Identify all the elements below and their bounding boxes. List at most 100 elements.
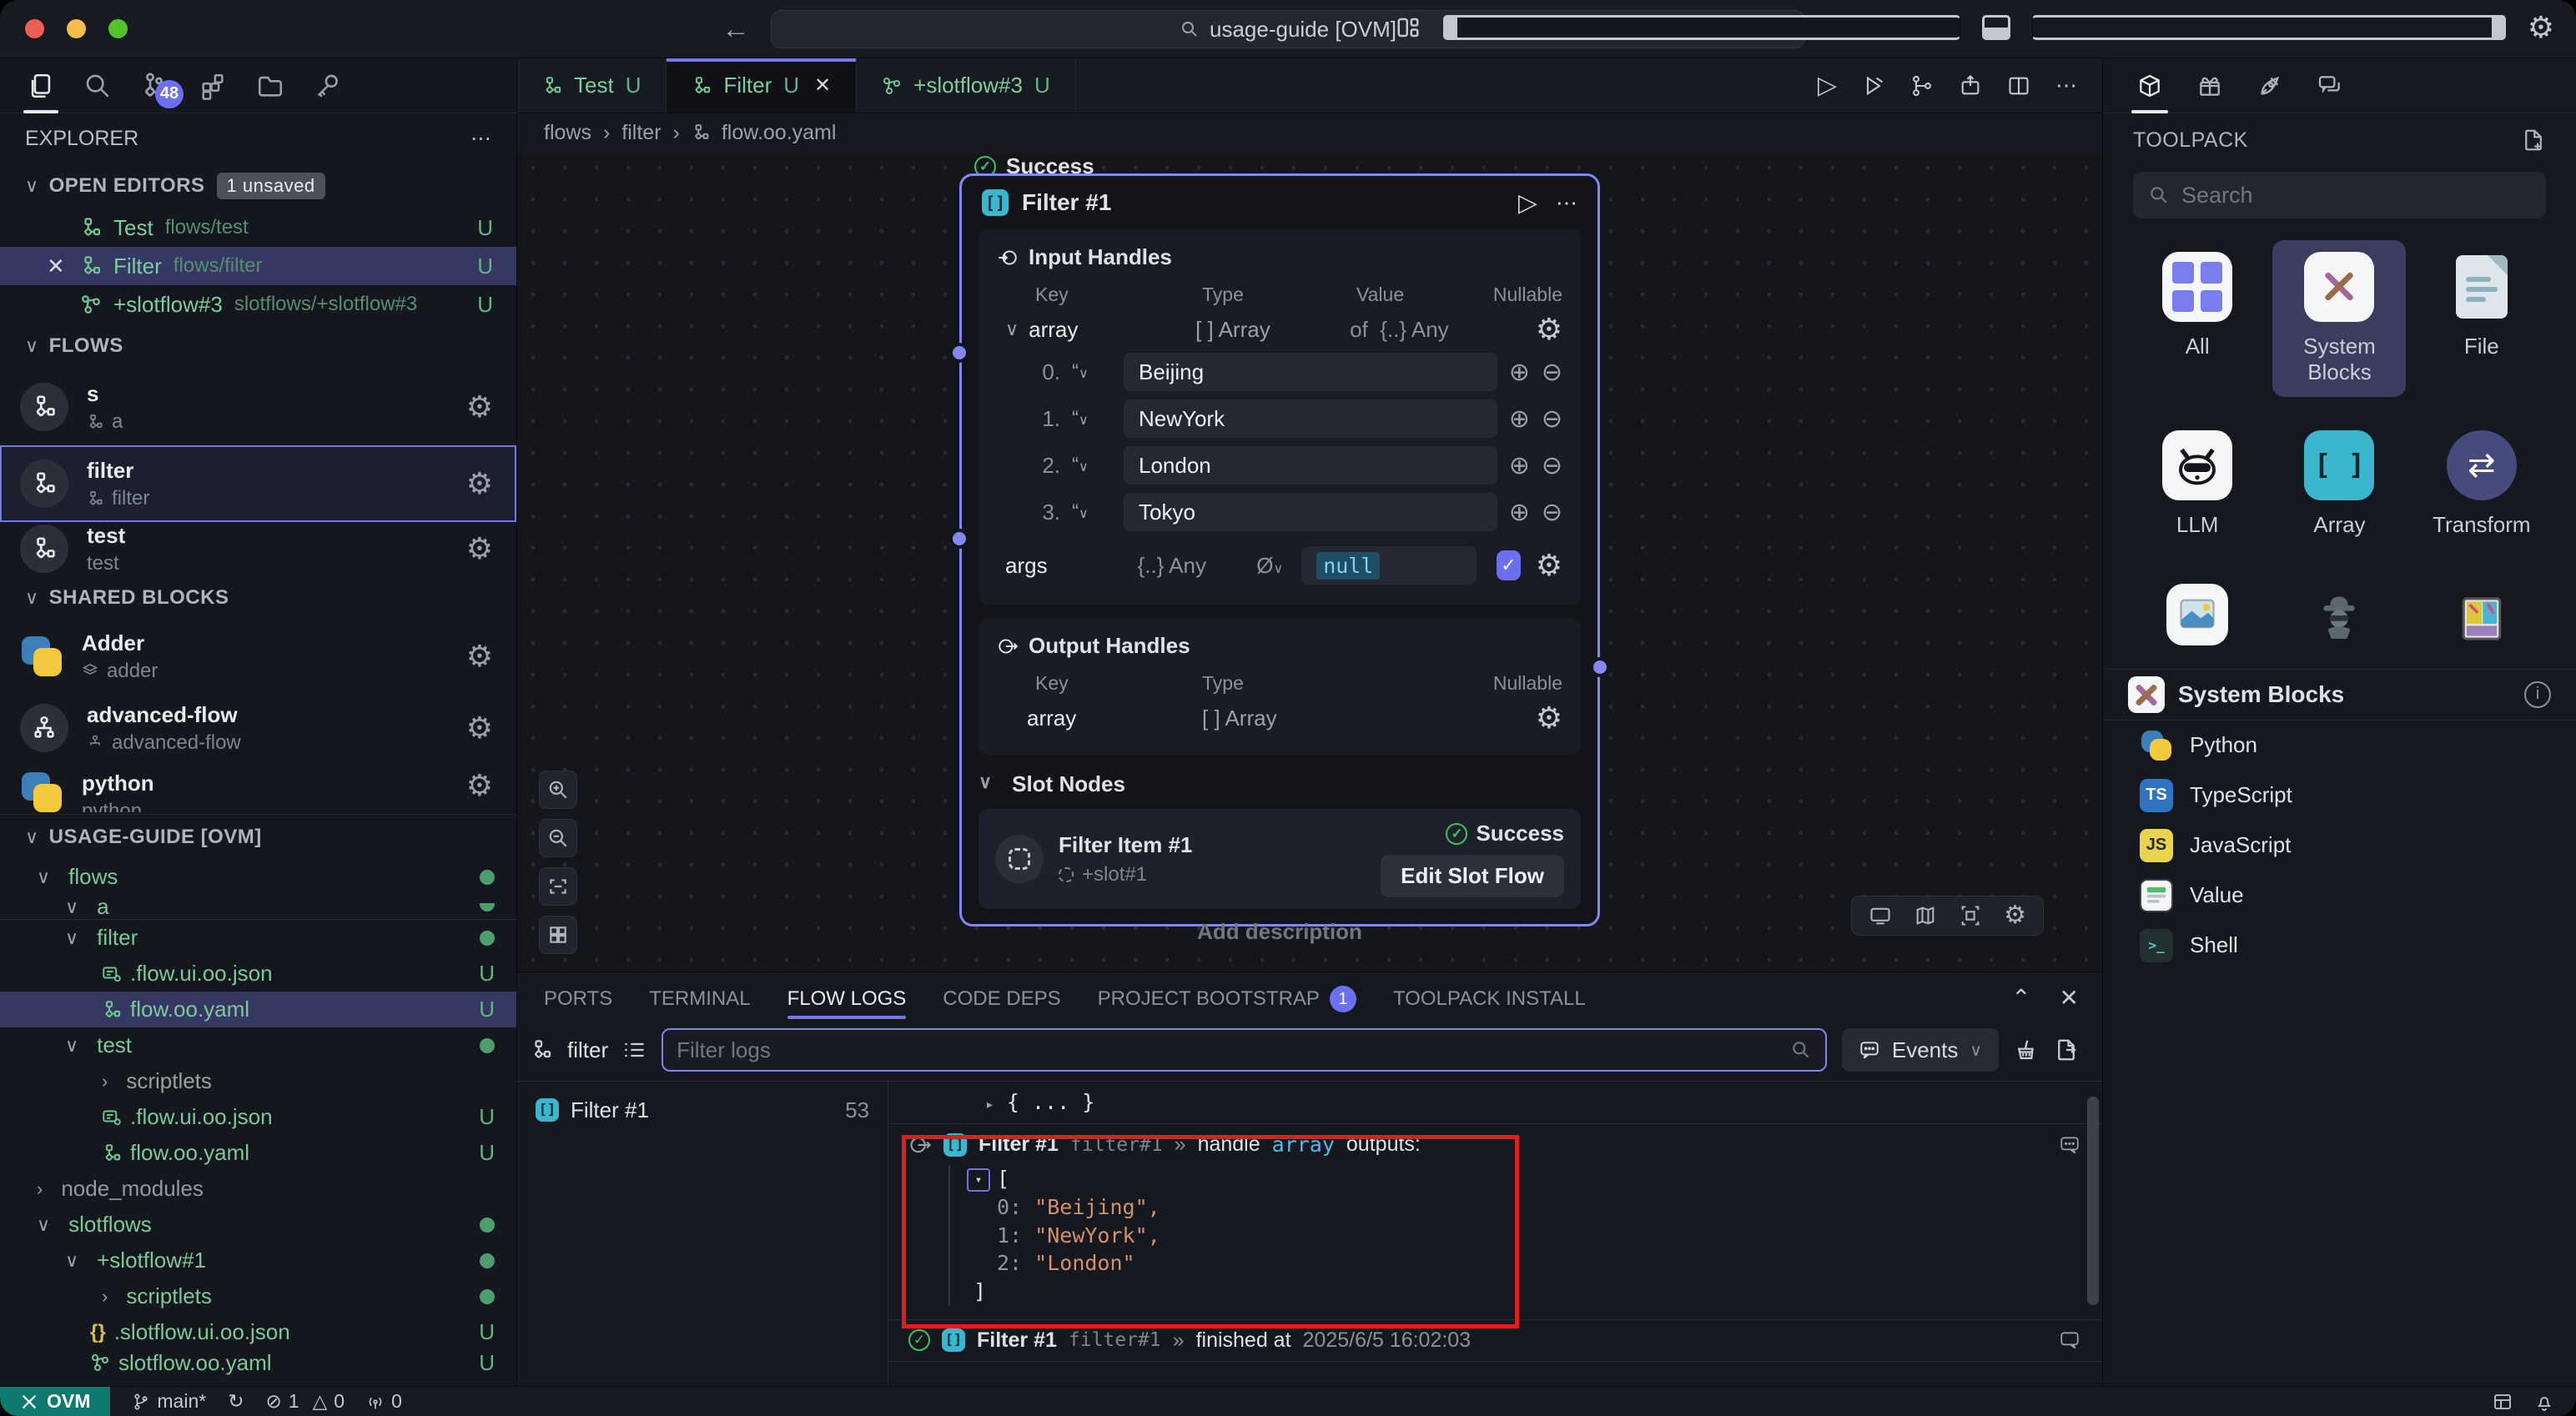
- debug-run-icon[interactable]: [1862, 74, 1885, 98]
- tile-all[interactable]: All: [2131, 240, 2264, 397]
- remove-item-icon[interactable]: ⊖: [1542, 404, 1562, 434]
- tree-item-filter[interactable]: ∨filter: [0, 920, 516, 956]
- gear-icon[interactable]: ⚙: [1536, 314, 1562, 344]
- close-panel-icon[interactable]: ✕: [2060, 984, 2079, 1012]
- toggle-right-sidebar-icon[interactable]: [2032, 15, 2506, 40]
- string-type-selector[interactable]: “∨: [1072, 407, 1112, 430]
- slot-nodes-header[interactable]: ∨ Slot Nodes: [979, 771, 1581, 797]
- add-item-icon[interactable]: ⊕: [1509, 404, 1530, 434]
- tab-flow-logs[interactable]: FLOW LOGS: [787, 972, 907, 1026]
- string-type-selector[interactable]: “∨: [1072, 360, 1112, 384]
- rocket-tab-icon[interactable]: [2257, 58, 2283, 113]
- feedback-tab-icon[interactable]: [2317, 58, 2343, 113]
- remove-item-icon[interactable]: ⊖: [1542, 358, 1562, 387]
- node-more-icon[interactable]: ⋯: [1556, 190, 1577, 216]
- tab-terminal[interactable]: TERMINAL: [649, 972, 750, 1026]
- comment-icon[interactable]: [2059, 1134, 2080, 1156]
- events-dropdown[interactable]: Events ∨: [1842, 1028, 1999, 1072]
- tab-project-bootstrap[interactable]: PROJECT BOOTSTRAP1: [1098, 972, 1356, 1026]
- tree-item-flow-yaml-2[interactable]: flow.oo.yamlU: [0, 1135, 516, 1171]
- block-typescript[interactable]: TS TypeScript: [2103, 771, 2576, 821]
- tree-item-flow-ui-json-2[interactable]: .flow.ui.oo.jsonU: [0, 1099, 516, 1135]
- breadcrumb-filter[interactable]: filter: [621, 121, 661, 145]
- value-input[interactable]: Beijing: [1124, 353, 1497, 391]
- package-tab-icon[interactable]: [2136, 58, 2163, 113]
- export-logs-icon[interactable]: [2054, 1037, 2079, 1062]
- toggle-left-sidebar-icon[interactable]: [1443, 15, 1960, 40]
- tree-item-a[interactable]: ∨a: [0, 895, 516, 920]
- gear-icon[interactable]: ⚙: [466, 534, 493, 564]
- more-actions-icon[interactable]: ⋯: [2055, 73, 2077, 98]
- open-editor-test[interactable]: ✕ Test flows/test U: [0, 208, 516, 247]
- tab-toolpack-install[interactable]: TOOLPACK INSTALL: [1393, 972, 1586, 1026]
- add-item-icon[interactable]: ⊕: [1509, 498, 1530, 527]
- value-input[interactable]: Tokyo: [1124, 493, 1497, 531]
- customize-layout-icon[interactable]: [1395, 15, 1421, 40]
- remote-indicator[interactable]: OVM: [0, 1387, 110, 1416]
- split-editor-icon[interactable]: [2007, 74, 2030, 98]
- gear-icon[interactable]: ⚙: [1536, 703, 1562, 733]
- flow-card-s[interactable]: s a ⚙: [0, 369, 516, 445]
- tile-detective[interactable]: [2272, 572, 2406, 654]
- remove-item-icon[interactable]: ⊖: [1542, 451, 1562, 480]
- tree-item-flow-ui-json[interactable]: .flow.ui.oo.jsonU: [0, 956, 516, 992]
- tree-item-slotflow-ui-json[interactable]: {}.slotflow.ui.oo.jsonU: [0, 1314, 516, 1350]
- null-type-selector[interactable]: Ø∨: [1256, 553, 1283, 579]
- tree-item-scriptlets[interactable]: ›scriptlets: [0, 1063, 516, 1099]
- gear-icon[interactable]: ⚙: [1536, 550, 1562, 580]
- merge-icon[interactable]: [1910, 74, 1934, 98]
- tab-filter[interactable]: Filter U ✕: [667, 58, 857, 113]
- settings-gear-icon[interactable]: ⚙: [2528, 13, 2554, 43]
- zoom-out-icon[interactable]: [539, 819, 577, 857]
- log-scrollbar[interactable]: [2087, 1097, 2099, 1305]
- run-node-icon[interactable]: ▷: [1518, 188, 1537, 218]
- value-input[interactable]: London: [1124, 446, 1497, 485]
- breadcrumb-file[interactable]: flow.oo.yaml: [722, 121, 837, 145]
- block-value[interactable]: Value: [2103, 871, 2576, 921]
- log-row-finished[interactable]: ✓ [] Filter #1 filter#1 » finished at 20…: [888, 1320, 2102, 1362]
- shared-block-python[interactable]: python python ⚙: [0, 764, 516, 814]
- tree-item-flow-yaml[interactable]: flow.oo.yamlU: [0, 992, 516, 1027]
- output-port-array[interactable]: [1590, 657, 1610, 677]
- maximize-panel-icon[interactable]: ⌃: [2011, 984, 2030, 1012]
- more-actions-icon[interactable]: ⋯: [470, 126, 491, 151]
- layout-icon[interactable]: [2493, 1392, 2513, 1412]
- input-port-args[interactable]: [949, 529, 969, 549]
- value-input[interactable]: NewYork: [1124, 399, 1497, 438]
- log-row-collapsed[interactable]: ▸ { ... }: [888, 1082, 2102, 1124]
- tree-item-slotflow-yaml[interactable]: slotflow.oo.yamlU: [0, 1350, 516, 1375]
- explorer-activity-icon[interactable]: [27, 58, 55, 113]
- new-toolpack-icon[interactable]: [2521, 128, 2546, 153]
- zoom-traffic-light[interactable]: [108, 19, 128, 38]
- block-javascript[interactable]: JS JavaScript: [2103, 821, 2576, 871]
- filter-node[interactable]: [] Filter #1 ▷ ⋯ Input Handles: [959, 173, 1600, 926]
- tab-slotflow3[interactable]: +slotflow#3 U: [857, 58, 1076, 113]
- toolpack-search-input[interactable]: [2181, 183, 2531, 208]
- collapse-json-icon[interactable]: ▾: [967, 1168, 990, 1192]
- log-json[interactable]: ▾[ 0: "Beijing", 1: "NewYork", 2: "Londo…: [948, 1165, 2085, 1306]
- log-node-item[interactable]: [] Filter #1 53: [517, 1088, 888, 1132]
- canvas-settings-icon[interactable]: ⚙: [2004, 903, 2026, 928]
- shared-blocks-header[interactable]: ∨ SHARED BLOCKS: [0, 575, 516, 620]
- log-list-icon[interactable]: [623, 1038, 647, 1062]
- tile-file[interactable]: File: [2415, 240, 2548, 397]
- slot-node-card[interactable]: Filter Item #1 +slot#1 ✓Success Edit Slo…: [979, 809, 1581, 909]
- zoom-in-icon[interactable]: [539, 771, 577, 809]
- toggle-bottom-panel-icon[interactable]: [1982, 15, 2010, 40]
- gear-icon[interactable]: ⚙: [466, 641, 493, 671]
- gear-icon[interactable]: ⚙: [466, 392, 493, 422]
- tile-system-blocks[interactable]: System Blocks: [2272, 240, 2406, 397]
- ports-indicator[interactable]: 0: [366, 1390, 402, 1413]
- tile-llm[interactable]: LLM: [2131, 419, 2264, 550]
- nullable-checkbox[interactable]: ✓: [1497, 550, 1521, 580]
- flow-selector[interactable]: filter: [567, 1037, 608, 1063]
- tree-item-slotflows[interactable]: ∨slotflows: [0, 1207, 516, 1243]
- node-header[interactable]: [] Filter #1 ▷ ⋯: [962, 176, 1597, 229]
- tree-item-flows[interactable]: ∨flows: [0, 859, 516, 895]
- breadcrumb-flows[interactable]: flows: [544, 121, 591, 145]
- tree-item-node-modules[interactable]: ›node_modules: [0, 1171, 516, 1207]
- export-icon[interactable]: [1959, 74, 1982, 98]
- string-type-selector[interactable]: “∨: [1072, 454, 1112, 477]
- tab-test[interactable]: Test U: [517, 58, 667, 113]
- tile-comic[interactable]: [2415, 572, 2548, 654]
